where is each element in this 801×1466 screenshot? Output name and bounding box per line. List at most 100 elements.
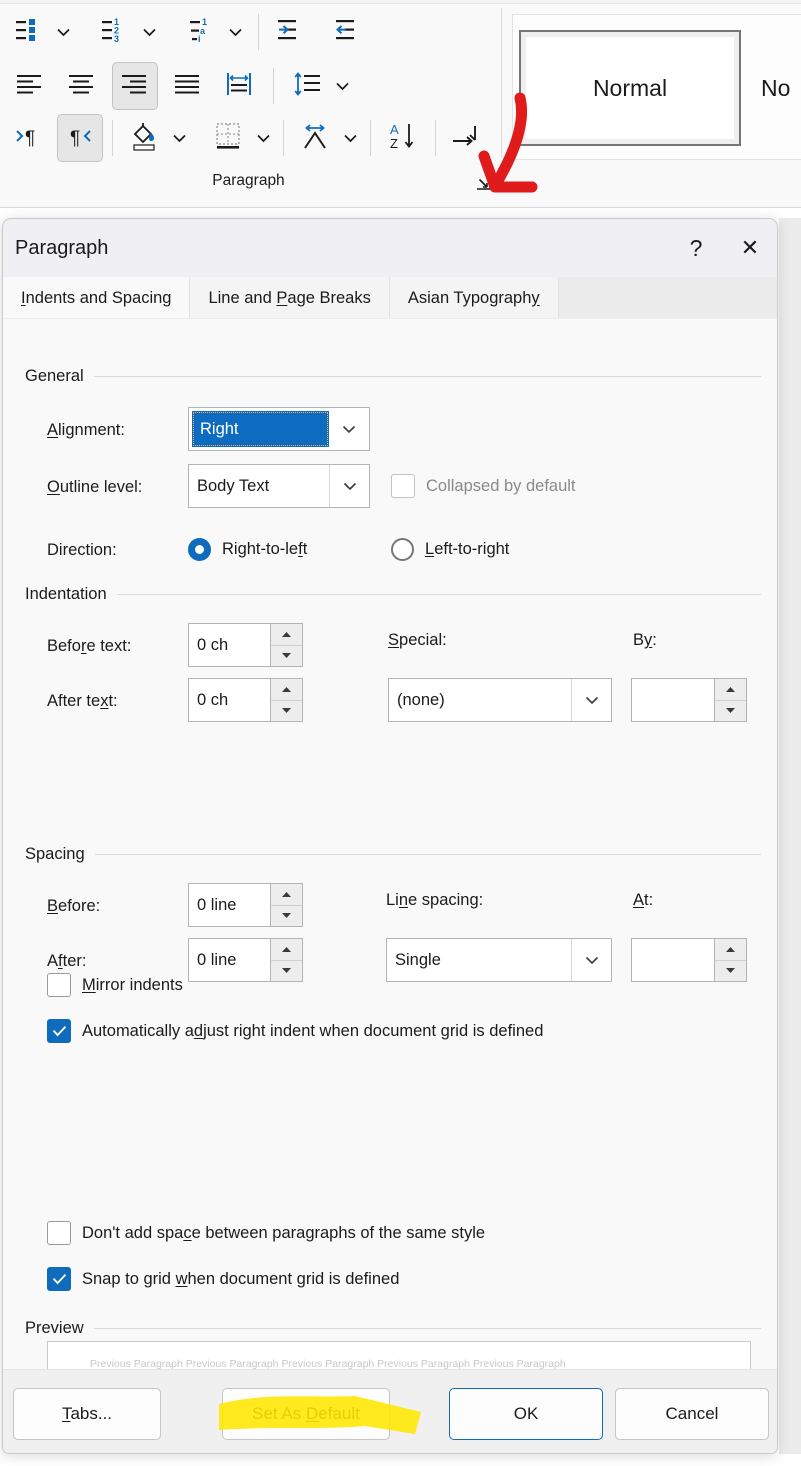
- line-spacing-dropdown-chevron[interactable]: [331, 69, 353, 103]
- auto-adjust-right-indent-label: Automatically adjust right indent when d…: [82, 1021, 544, 1040]
- collapsed-by-default-checkbox[interactable]: [391, 474, 415, 498]
- svg-text:A: A: [390, 122, 399, 137]
- after-text-spinner[interactable]: 0 ch: [188, 678, 303, 722]
- dialog-tabstrip: Indents and Spacing Line and Page Breaks…: [3, 277, 777, 319]
- special-combobox[interactable]: (none): [388, 678, 612, 722]
- outline-level-combobox[interactable]: Body Text: [188, 464, 370, 508]
- line-spacing-value: Single: [395, 950, 441, 969]
- tabstrip-filler: [558, 277, 777, 319]
- line-spacing-chevron-down-icon[interactable]: [571, 939, 611, 981]
- justify-button[interactable]: [166, 63, 210, 109]
- paragraph-dialog-launcher[interactable]: [474, 174, 492, 192]
- set-as-default-button[interactable]: Set As Default: [222, 1388, 390, 1440]
- align-center-button[interactable]: [60, 63, 104, 109]
- dont-add-space-checkbox[interactable]: [47, 1221, 71, 1245]
- ltr-text-direction-button[interactable]: ¶: [6, 115, 50, 161]
- increase-indent-button[interactable]: [271, 12, 315, 52]
- help-icon[interactable]: ?: [669, 226, 723, 270]
- sort-button[interactable]: A Z: [380, 115, 426, 161]
- spacing-group-heading: Spacing: [25, 845, 761, 864]
- after-text-label: After text:: [47, 692, 118, 710]
- spacing-before-decrement-icon[interactable]: [270, 905, 302, 926]
- outline-level-chevron-down-icon[interactable]: [329, 465, 369, 507]
- preview-heading-text: Preview: [25, 1319, 84, 1337]
- line-spacing-combobox[interactable]: Single: [386, 938, 612, 982]
- before-text-decrement-icon[interactable]: [270, 645, 302, 666]
- line-spacing-button[interactable]: [285, 63, 331, 109]
- show-formatting-marks-button[interactable]: [445, 115, 491, 161]
- spacing-after-increment-icon[interactable]: [270, 939, 302, 961]
- page-right-strip: [779, 218, 801, 1454]
- spacing-after-spinner[interactable]: 0 line: [188, 938, 303, 982]
- direction-ltr-radio-row[interactable]: Left-to-right: [391, 538, 509, 561]
- phonetic-guide-dropdown-chevron[interactable]: [339, 121, 361, 155]
- by-decrement-icon[interactable]: [714, 700, 746, 721]
- dont-add-space-checkbox-row[interactable]: Don't add space between paragraphs of th…: [47, 1221, 485, 1245]
- shading-dropdown-chevron[interactable]: [168, 121, 190, 155]
- before-text-increment-icon[interactable]: [270, 624, 302, 646]
- at-spinner[interactable]: [631, 938, 747, 982]
- spacing-heading-text: Spacing: [25, 845, 85, 863]
- alignment-chevron-down-icon[interactable]: [329, 408, 369, 450]
- direction-ltr-radio[interactable]: [391, 538, 414, 561]
- distributed-button[interactable]: [218, 63, 262, 109]
- ribbon-separator: [112, 120, 113, 156]
- align-left-button[interactable]: [8, 63, 52, 109]
- multilevel-list-dropdown-chevron[interactable]: [224, 15, 246, 49]
- bullets-dropdown-chevron[interactable]: [52, 15, 74, 49]
- close-icon[interactable]: ✕: [723, 226, 777, 270]
- borders-button[interactable]: [206, 115, 252, 161]
- by-spinner[interactable]: [631, 678, 747, 722]
- decrease-indent-button[interactable]: [329, 12, 373, 52]
- tab-asian-typography[interactable]: Asian Typography: [389, 277, 559, 319]
- snap-to-grid-checkbox[interactable]: [47, 1267, 71, 1291]
- rtl-text-direction-button[interactable]: ¶: [57, 114, 103, 162]
- ok-button[interactable]: OK: [449, 1388, 603, 1440]
- before-text-spinner[interactable]: 0 ch: [188, 623, 303, 667]
- ribbon-separator: [435, 120, 436, 156]
- numbering-button[interactable]: 1 2 3: [94, 12, 138, 52]
- direction-label: Direction:: [47, 541, 117, 559]
- alignment-combobox[interactable]: Right: [188, 407, 370, 451]
- spacing-before-spinner[interactable]: 0 line: [188, 883, 303, 927]
- direction-rtl-radio-row[interactable]: Right-to-left: [188, 538, 307, 561]
- phonetic-guide-button[interactable]: [293, 115, 339, 161]
- collapsed-by-default-checkbox-row[interactable]: Collapsed by default: [391, 474, 576, 498]
- tab-indents-and-spacing-label-rest: ndents and Spacing: [25, 288, 172, 307]
- spacing-before-value: 0 line: [197, 895, 237, 914]
- tab-indents-and-spacing[interactable]: Indents and Spacing: [3, 277, 191, 319]
- tabs-button[interactable]: Tabs...: [13, 1388, 161, 1440]
- spacing-before-increment-icon[interactable]: [270, 884, 302, 906]
- by-increment-icon[interactable]: [714, 679, 746, 701]
- at-decrement-icon[interactable]: [714, 960, 746, 981]
- special-value: (none): [397, 690, 445, 709]
- bullets-button[interactable]: [8, 12, 52, 52]
- mirror-indents-checkbox-row[interactable]: Mirror indents: [47, 973, 183, 997]
- at-increment-icon[interactable]: [714, 939, 746, 961]
- distributed-icon: [226, 72, 254, 101]
- borders-dropdown-chevron[interactable]: [252, 121, 274, 155]
- svg-text:Z: Z: [390, 136, 398, 151]
- cancel-button[interactable]: Cancel: [615, 1388, 769, 1440]
- spacing-after-decrement-icon[interactable]: [270, 960, 302, 981]
- tab-line-and-page-breaks[interactable]: Line and Page Breaks: [190, 277, 390, 319]
- after-text-increment-icon[interactable]: [270, 679, 302, 701]
- snap-to-grid-checkbox-row[interactable]: Snap to grid when document grid is defin…: [47, 1267, 399, 1291]
- styles-gallery[interactable]: Normal No: [512, 14, 801, 160]
- shading-button[interactable]: [122, 115, 168, 161]
- ltr-paragraph-icon: ¶: [13, 123, 43, 154]
- style-card-normal[interactable]: Normal: [519, 30, 741, 146]
- multilevel-list-button[interactable]: 1 a i: [180, 12, 224, 52]
- mirror-indents-checkbox[interactable]: [47, 973, 71, 997]
- style-card-second[interactable]: No: [756, 30, 801, 146]
- align-right-button[interactable]: [112, 62, 158, 110]
- auto-adjust-right-indent-checkbox[interactable]: [47, 1019, 71, 1043]
- numbering-dropdown-chevron[interactable]: [138, 15, 160, 49]
- svg-text:¶: ¶: [70, 128, 80, 149]
- rtl-paragraph-icon: ¶: [65, 123, 95, 154]
- special-chevron-down-icon[interactable]: [571, 679, 611, 721]
- bullet-list-icon: [15, 16, 45, 49]
- direction-rtl-radio[interactable]: [188, 538, 211, 561]
- after-text-decrement-icon[interactable]: [270, 700, 302, 721]
- auto-adjust-right-indent-checkbox-row[interactable]: Automatically adjust right indent when d…: [47, 1019, 543, 1043]
